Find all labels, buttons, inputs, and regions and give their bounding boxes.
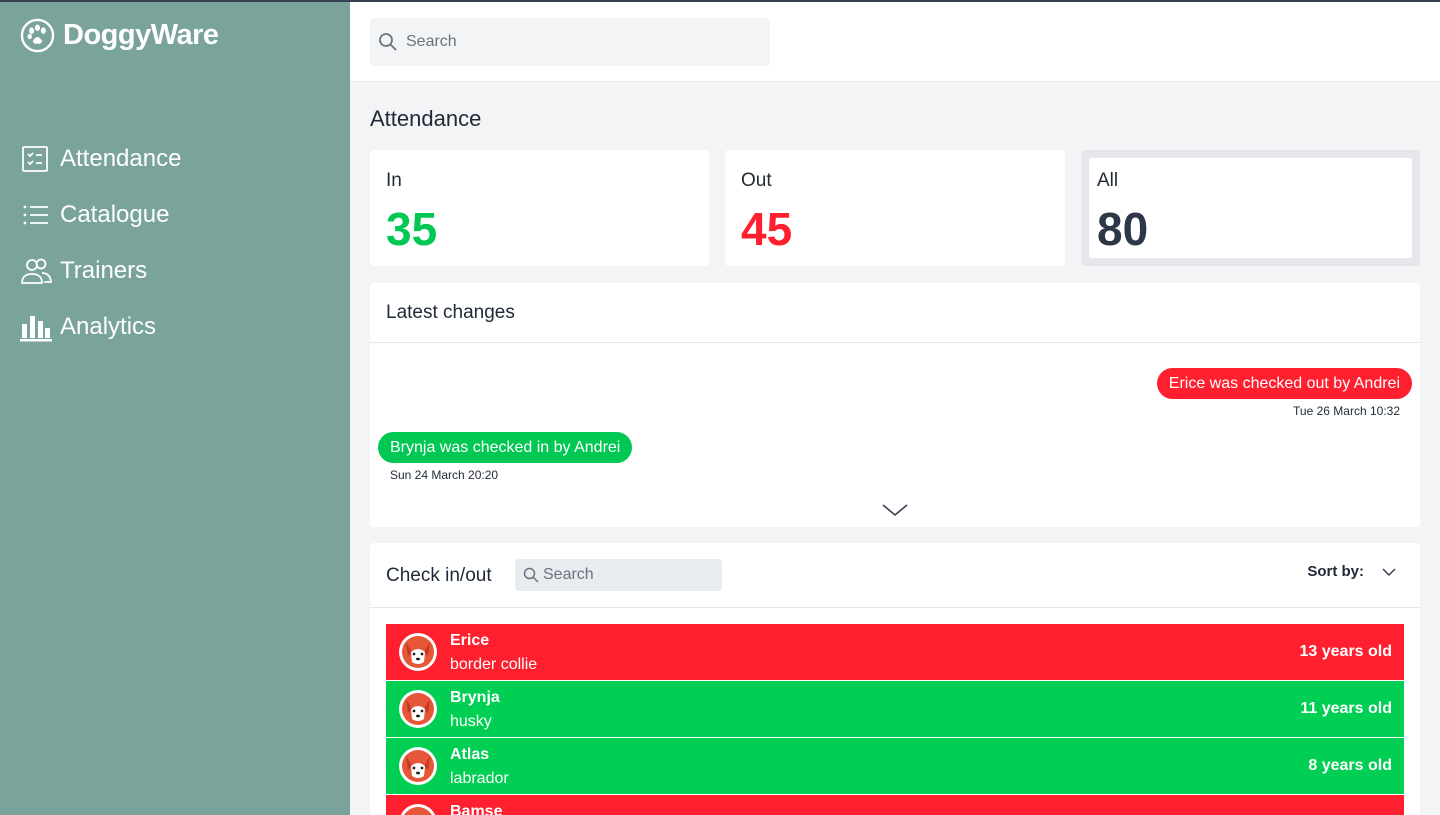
dog-search-input[interactable] [543,566,713,584]
check-in-out-title: Check in/out [386,565,492,586]
check-in-out-header: Check in/out Sort by: [370,543,1420,608]
sort-label: Sort by: [1307,563,1364,580]
sidebar-item-trainers[interactable]: Trainers [20,243,181,299]
stat-label-all: All [1097,170,1119,191]
sidebar-item-label: Analytics [60,313,157,340]
change-timestamp: Sun 24 March 20:20 [390,468,499,482]
dog-search[interactable] [515,559,722,591]
stat-card-all-selected[interactable]: All 80 [1081,150,1420,266]
stat-value-all: 80 [1097,203,1149,255]
topbar [350,0,1440,82]
search-icon [523,567,539,583]
sidebar-nav: Attendance Catalogue Trainers Analytics [20,131,181,355]
dog-name: Bamse [450,803,503,815]
stat-label-in: In [386,170,402,191]
change-timestamp: Tue 26 March 10:32 [1293,404,1400,418]
dog-row[interactable]: Bamse [386,795,1404,815]
window-top-border [0,0,1440,2]
latest-changes-card: Latest changes Erice was checked out by … [370,283,1420,527]
dog-list: Erice border collie 13 years old Brynja … [386,624,1404,815]
users-icon [20,255,52,287]
stat-value-in: 35 [386,203,438,255]
stat-card-in[interactable]: In 35 [370,150,709,266]
sidebar-item-label: Attendance [60,145,182,172]
paw-logo-icon [20,18,55,53]
sidebar-item-attendance[interactable]: Attendance [20,131,181,187]
dog-name: Erice [450,632,490,649]
sidebar-item-analytics[interactable]: Analytics [20,299,181,355]
dog-age: 13 years old [1299,643,1393,660]
dog-row[interactable]: Erice border collie 13 years old [386,624,1404,680]
corgi-avatar-icon [399,633,437,671]
dog-breed: labrador [450,770,509,787]
global-search[interactable] [370,18,770,66]
latest-changes-title: Latest changes [370,283,1420,343]
app-name: DoggyWare [63,19,219,51]
chevron-down-icon [1382,567,1396,576]
sidebar-item-label: Catalogue [60,201,170,228]
dog-breed: husky [450,713,492,730]
sidebar-item-label: Trainers [60,257,148,284]
sidebar-item-catalogue[interactable]: Catalogue [20,187,181,243]
bar-chart-icon [20,311,52,343]
sidebar: DoggyWare Attendance Catalogue Trainers … [0,0,350,815]
dog-name: Atlas [450,746,490,763]
search-input[interactable] [406,33,746,51]
stat-card-out[interactable]: Out 45 [725,150,1065,266]
change-bubble-in: Brynja was checked in by Andrei [378,432,633,463]
stat-label-out: Out [741,170,772,191]
corgi-avatar-icon [400,804,436,815]
sort-dropdown[interactable]: Sort by: [1307,563,1396,580]
corgi-avatar-icon [399,690,437,728]
dog-age: 11 years old [1300,700,1392,717]
search-icon [379,33,397,51]
dog-age: 8 years old [1308,757,1392,774]
expand-chevron-down-icon[interactable] [881,502,909,518]
dog-row[interactable]: Brynja husky 11 years old [386,681,1404,737]
checklist-icon [20,143,52,175]
brand[interactable]: DoggyWare [20,18,219,53]
stat-card-all-inner: All 80 [1089,158,1412,258]
stat-value-out: 45 [741,203,793,255]
page-title: Attendance [370,106,482,131]
dog-breed: border collie [450,656,538,673]
dog-row[interactable]: Atlas labrador 8 years old [386,738,1404,794]
change-bubble-out: Erice was checked out by Andrei [1156,368,1412,399]
dog-name: Brynja [450,689,500,706]
corgi-avatar-icon [399,747,437,785]
check-in-out-card: Check in/out Sort by: Erice b [370,543,1420,815]
list-icon [20,199,52,231]
